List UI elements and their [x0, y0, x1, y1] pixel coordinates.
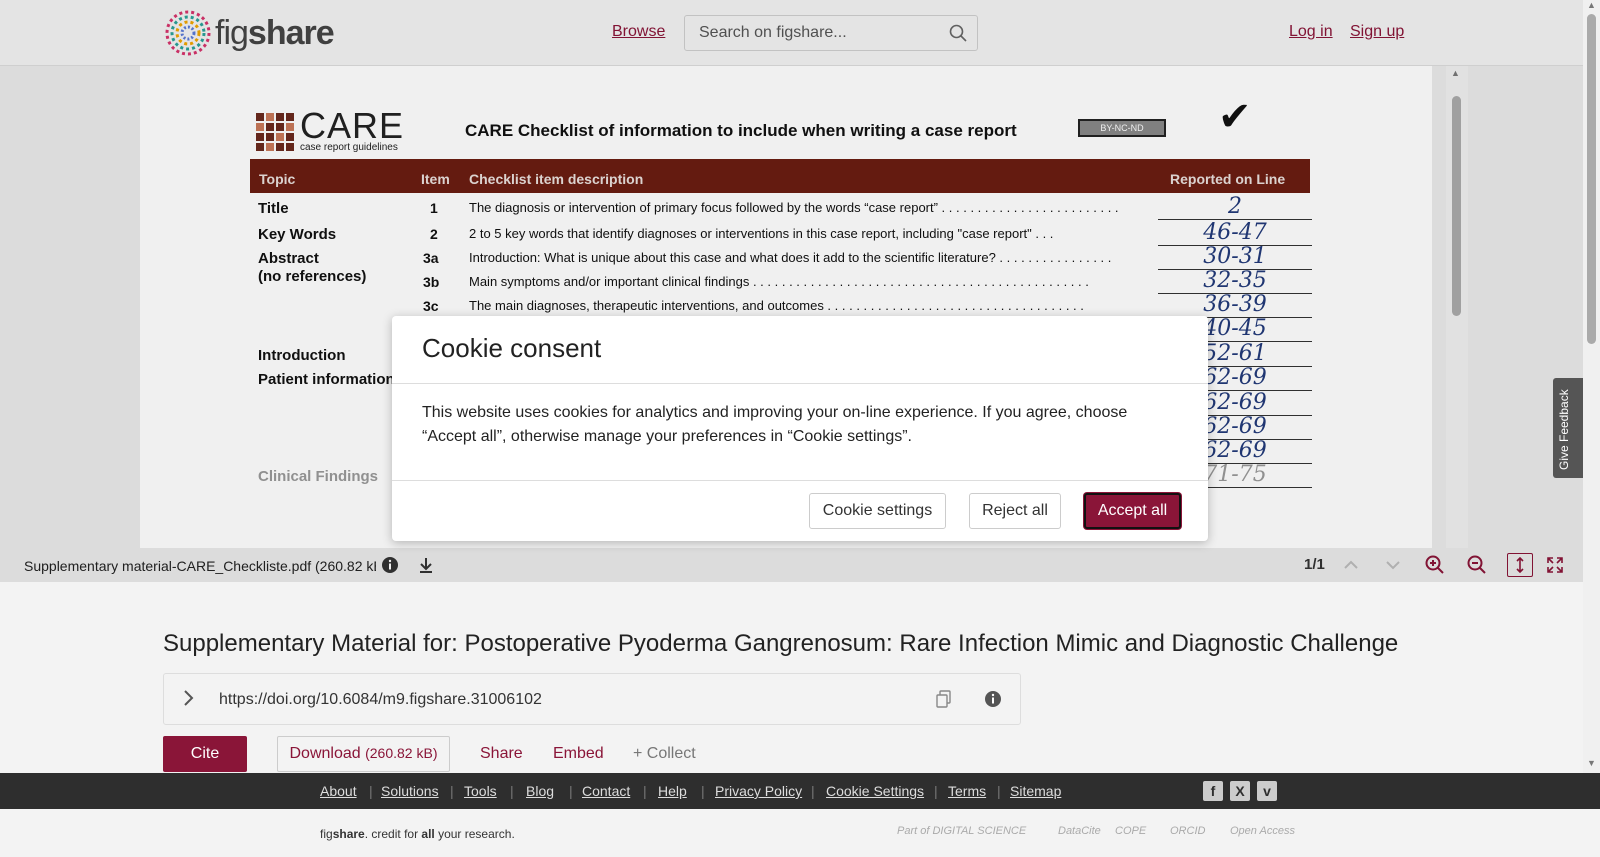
- give-feedback-tab[interactable]: Give Feedback: [1553, 378, 1583, 478]
- x-twitter-icon[interactable]: X: [1230, 781, 1250, 801]
- cookie-message: This website uses cookies for analytics …: [422, 404, 1128, 445]
- footer-link-help[interactable]: Help: [658, 783, 687, 799]
- scroll-up-icon[interactable]: ▲: [1587, 0, 1596, 10]
- footer-link-tools[interactable]: Tools: [464, 783, 497, 799]
- footer-link-about[interactable]: About: [320, 783, 357, 799]
- cookie-title: Cookie consent: [422, 333, 602, 363]
- footer-link-terms[interactable]: Terms: [948, 783, 986, 799]
- footer-bottom: figshare. credit for all your research. …: [0, 809, 1600, 857]
- doi-link[interactable]: https://doi.org/10.6084/m9.figshare.3100…: [219, 691, 542, 709]
- footer-link-cookie-settings[interactable]: Cookie Settings: [826, 783, 924, 799]
- divider: [392, 480, 1208, 481]
- embed-link[interactable]: Embed: [553, 745, 604, 763]
- download-button[interactable]: Download (260.82 kB): [277, 736, 450, 772]
- open-access-logo[interactable]: Open Access: [1230, 825, 1295, 837]
- orcid-logo[interactable]: ORCID: [1170, 825, 1205, 837]
- share-link[interactable]: Share: [480, 745, 523, 763]
- footer-link-contact[interactable]: Contact: [582, 783, 630, 799]
- chevron-right-icon[interactable]: [182, 688, 196, 713]
- datacite-logo[interactable]: DataCite: [1058, 825, 1101, 837]
- page-scrollbar[interactable]: ▲ ▼: [1583, 0, 1600, 773]
- footer-link-sitemap[interactable]: Sitemap: [1010, 783, 1061, 799]
- cope-logo[interactable]: COPE: [1115, 825, 1146, 837]
- doi-box: https://doi.org/10.6084/m9.figshare.3100…: [163, 673, 1021, 725]
- footer-tagline: figshare. credit for all your research.: [320, 827, 515, 841]
- page-scroll-thumb[interactable]: [1587, 14, 1596, 344]
- collect-link[interactable]: + Collect: [633, 745, 696, 763]
- feedback-label: Give Feedback: [1557, 389, 1571, 470]
- facebook-icon[interactable]: f: [1203, 781, 1223, 801]
- footer-link-blog[interactable]: Blog: [526, 783, 554, 799]
- article-title: Supplementary Material for: Postoperativ…: [163, 630, 1399, 657]
- scroll-down-icon[interactable]: ▼: [1587, 758, 1596, 768]
- accept-all-button[interactable]: Accept all: [1084, 493, 1181, 529]
- doi-info-icon[interactable]: [984, 690, 1002, 713]
- divider: [392, 383, 1208, 384]
- cite-button[interactable]: Cite: [163, 736, 247, 772]
- cookie-consent-dialog: Cookie consent This website uses cookies…: [392, 316, 1208, 541]
- cookie-settings-button[interactable]: Cookie settings: [809, 493, 946, 529]
- digital-science-logo[interactable]: Part of DIGITAL SCIENCE: [897, 825, 1026, 837]
- footer-links-bar: About | Solutions | Tools | Blog | Conta…: [0, 773, 1600, 809]
- vimeo-icon[interactable]: v: [1257, 781, 1277, 801]
- reject-all-button[interactable]: Reject all: [969, 493, 1061, 529]
- footer-link-privacy[interactable]: Privacy Policy: [715, 783, 802, 799]
- copy-icon[interactable]: [936, 690, 952, 713]
- footer-link-solutions[interactable]: Solutions: [381, 783, 439, 799]
